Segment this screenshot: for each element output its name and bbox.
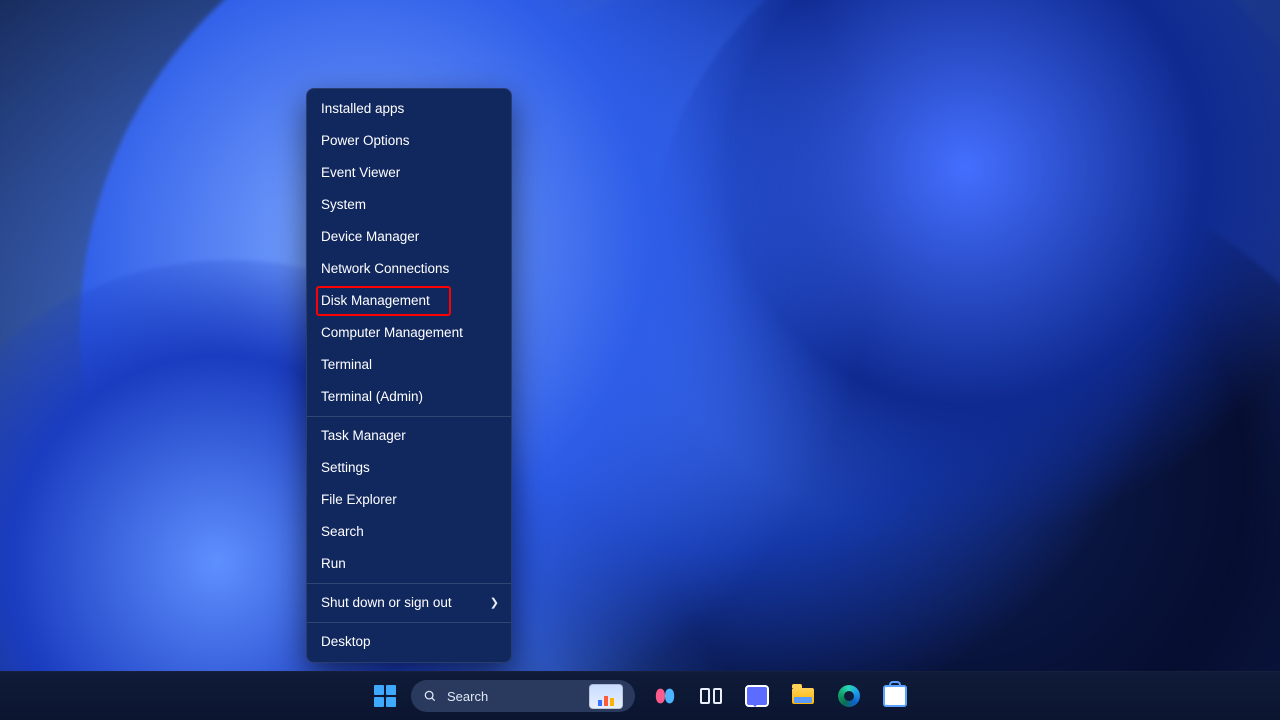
- menu-item-network-connections[interactable]: Network Connections: [307, 253, 511, 285]
- menu-separator: [307, 416, 511, 417]
- menu-item-label: Computer Management: [321, 325, 463, 340]
- taskbar-store[interactable]: [875, 676, 915, 716]
- menu-item-file-explorer[interactable]: File Explorer: [307, 484, 511, 516]
- folder-icon: [792, 688, 814, 704]
- menu-item-power-options[interactable]: Power Options: [307, 125, 511, 157]
- menu-item-label: Task Manager: [321, 428, 406, 443]
- windows-logo-icon: [374, 685, 396, 707]
- menu-item-system[interactable]: System: [307, 189, 511, 221]
- menu-item-task-manager[interactable]: Task Manager: [307, 420, 511, 452]
- store-icon: [883, 685, 907, 707]
- desktop-wallpaper: [0, 0, 1280, 720]
- menu-item-computer-management[interactable]: Computer Management: [307, 317, 511, 349]
- menu-item-label: Disk Management: [321, 293, 430, 308]
- menu-item-shut-down-sign-out[interactable]: Shut down or sign out ❯: [307, 587, 511, 619]
- taskbar-edge[interactable]: [829, 676, 869, 716]
- taskbar-search[interactable]: Search: [411, 680, 635, 712]
- taskbar-copilot[interactable]: [645, 676, 685, 716]
- menu-item-terminal-admin[interactable]: Terminal (Admin): [307, 381, 511, 413]
- menu-separator: [307, 622, 511, 623]
- menu-item-label: Power Options: [321, 133, 410, 148]
- edge-icon: [838, 685, 860, 707]
- menu-item-label: Device Manager: [321, 229, 419, 244]
- menu-item-run[interactable]: Run: [307, 548, 511, 580]
- task-view-icon: [700, 688, 722, 704]
- menu-item-label: Network Connections: [321, 261, 449, 276]
- menu-item-label: Terminal: [321, 357, 372, 372]
- menu-item-label: Event Viewer: [321, 165, 400, 180]
- taskbar-task-view[interactable]: [691, 676, 731, 716]
- menu-item-event-viewer[interactable]: Event Viewer: [307, 157, 511, 189]
- menu-item-desktop[interactable]: Desktop: [307, 626, 511, 658]
- copilot-icon: [654, 685, 676, 707]
- taskbar-file-explorer[interactable]: [783, 676, 823, 716]
- search-icon: [423, 689, 437, 703]
- menu-item-label: Desktop: [321, 634, 371, 649]
- menu-item-disk-management[interactable]: Disk Management: [307, 285, 511, 317]
- menu-item-search[interactable]: Search: [307, 516, 511, 548]
- menu-item-label: Search: [321, 524, 364, 539]
- menu-item-label: Settings: [321, 460, 370, 475]
- menu-item-device-manager[interactable]: Device Manager: [307, 221, 511, 253]
- taskbar: Search: [0, 671, 1280, 720]
- chat-icon: [745, 685, 769, 707]
- menu-item-label: Run: [321, 556, 346, 571]
- menu-item-label: File Explorer: [321, 492, 397, 507]
- menu-separator: [307, 583, 511, 584]
- search-highlight-icon: [589, 684, 623, 709]
- winx-context-menu: Installed apps Power Options Event Viewe…: [306, 88, 512, 663]
- menu-item-label: System: [321, 197, 366, 212]
- menu-item-label: Installed apps: [321, 101, 404, 116]
- menu-item-installed-apps[interactable]: Installed apps: [307, 93, 511, 125]
- start-button[interactable]: [365, 676, 405, 716]
- menu-item-settings[interactable]: Settings: [307, 452, 511, 484]
- menu-item-label: Terminal (Admin): [321, 389, 423, 404]
- search-label: Search: [447, 689, 579, 704]
- taskbar-chat[interactable]: [737, 676, 777, 716]
- chevron-right-icon: ❯: [490, 587, 499, 619]
- menu-item-label: Shut down or sign out: [321, 595, 452, 610]
- menu-item-terminal[interactable]: Terminal: [307, 349, 511, 381]
